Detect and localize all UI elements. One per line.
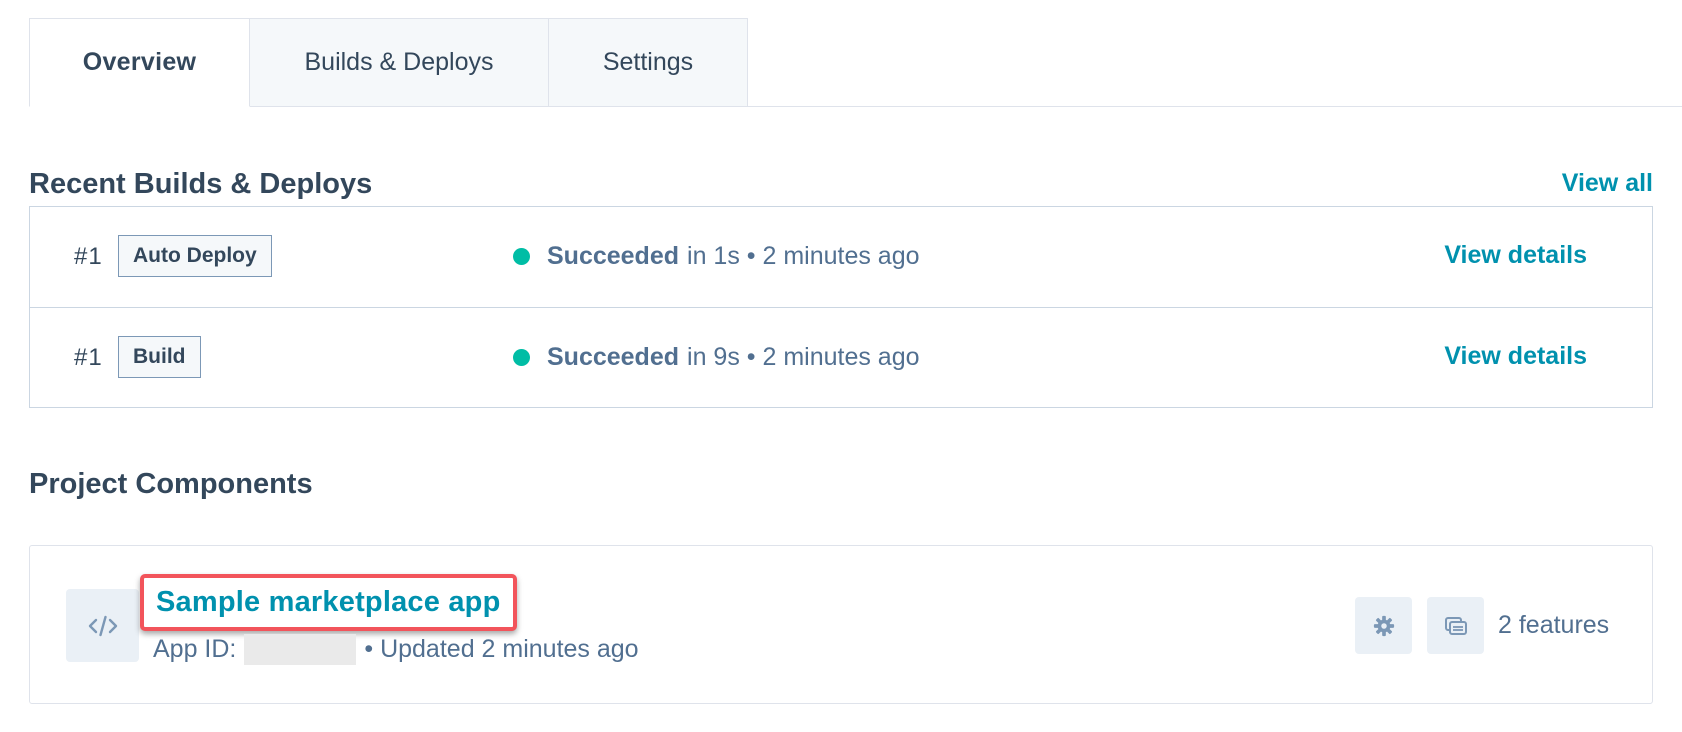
build-row: #1 Build Succeeded in 9s • 2 minutes ago… xyxy=(30,307,1652,407)
view-details-link[interactable]: View details xyxy=(1444,241,1587,270)
status-detail: in 1s • 2 minutes ago xyxy=(687,242,920,270)
settings-button[interactable] xyxy=(1355,597,1412,654)
builds-table: #1 Auto Deploy Succeeded in 1s • 2 minut… xyxy=(29,206,1653,408)
view-all-link[interactable]: View all xyxy=(1562,169,1653,198)
features-count: 2 features xyxy=(1498,611,1610,639)
app-name-link[interactable]: Sample marketplace app xyxy=(156,586,501,619)
project-components-title: Project Components xyxy=(29,468,313,500)
build-status: Succeeded in 1s • 2 minutes ago xyxy=(513,242,920,271)
build-type-tag: Auto Deploy xyxy=(118,235,272,277)
code-icon xyxy=(66,589,139,662)
component-card: Sample marketplace app App ID: • Updated… xyxy=(29,545,1653,704)
tab-bar: Overview Builds & Deploys Settings xyxy=(29,18,748,107)
build-status: Succeeded in 9s • 2 minutes ago xyxy=(513,343,920,372)
tab-builds-deploys[interactable]: Builds & Deploys xyxy=(250,18,549,107)
status-dot-icon xyxy=(513,248,530,265)
build-number: #1 xyxy=(74,344,103,371)
app-meta: App ID: • Updated 2 minutes ago xyxy=(153,634,639,665)
app-updated: • Updated 2 minutes ago xyxy=(364,635,639,663)
build-type-tag: Build xyxy=(118,336,201,378)
status-dot-icon xyxy=(513,349,530,366)
build-number: #1 xyxy=(74,243,103,270)
status-label: Succeeded xyxy=(547,343,680,371)
build-row: #1 Auto Deploy Succeeded in 1s • 2 minut… xyxy=(30,207,1652,307)
features-button[interactable] xyxy=(1427,597,1484,654)
recent-builds-title: Recent Builds & Deploys xyxy=(29,168,373,200)
status-detail: in 9s • 2 minutes ago xyxy=(687,343,920,371)
app-id-label: App ID: xyxy=(153,635,237,663)
status-label: Succeeded xyxy=(547,242,680,270)
app-id-redacted xyxy=(244,634,357,665)
tab-settings[interactable]: Settings xyxy=(549,18,748,107)
tab-overview[interactable]: Overview xyxy=(29,18,250,107)
stacked-cards-icon xyxy=(1444,616,1467,635)
gear-icon xyxy=(1373,615,1394,636)
view-details-link[interactable]: View details xyxy=(1444,342,1587,371)
app-name-highlight: Sample marketplace app xyxy=(140,574,517,631)
